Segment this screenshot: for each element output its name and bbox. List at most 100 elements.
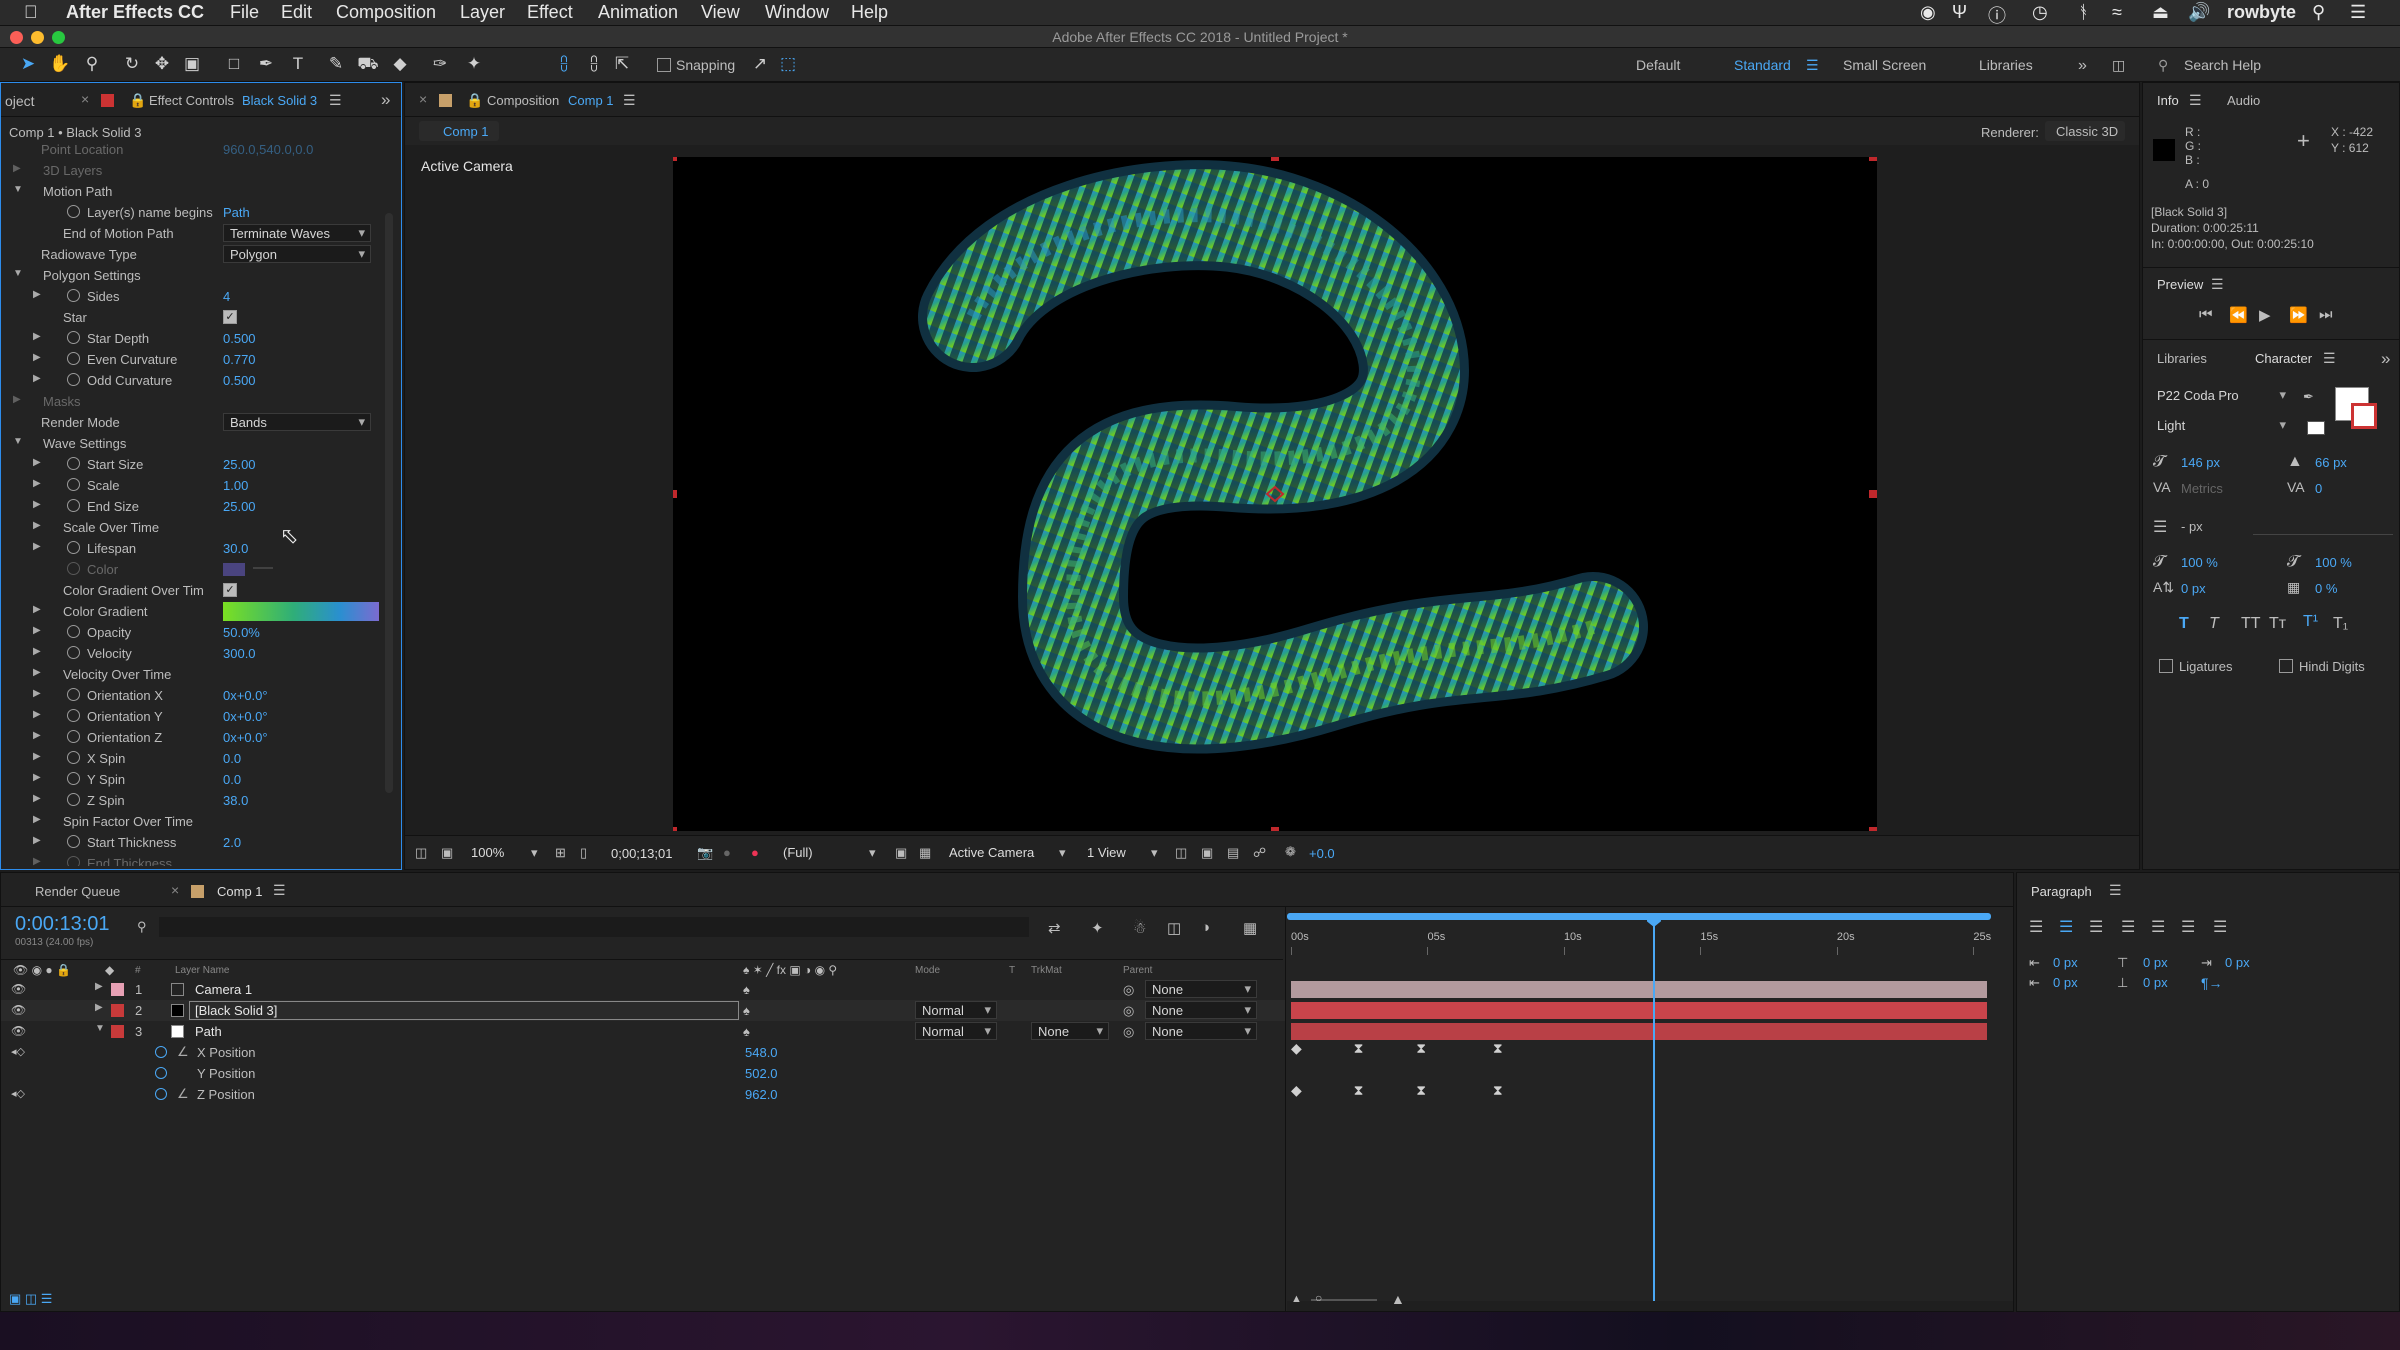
selection-tool-icon[interactable]: ➤: [16, 52, 40, 76]
property-value[interactable]: 38.0: [223, 793, 248, 808]
local-axis-icon[interactable]: ⩉: [552, 52, 576, 76]
shy-switch-icon[interactable]: ♠: [743, 1024, 750, 1039]
effect-property-row[interactable]: ▶ Spin Factor Over Time: [1, 811, 381, 832]
pickwhip-icon[interactable]: ◎: [1123, 982, 1134, 998]
rectangle-tool-icon[interactable]: □: [222, 52, 246, 76]
snap-option-icon[interactable]: ↗: [748, 52, 772, 76]
kerning-value[interactable]: Metrics: [2181, 481, 2223, 496]
comp-tab-prefix[interactable]: Composition: [487, 93, 559, 108]
panel-layout-icon[interactable]: ◫: [2112, 57, 2125, 74]
view-axis-icon[interactable]: ⇱: [610, 52, 634, 76]
expand-toggle-icon[interactable]: ▶: [13, 394, 21, 405]
comp-lock-icon[interactable]: 🔒: [466, 92, 483, 109]
property-value[interactable]: 0.500: [223, 373, 256, 388]
space-before-value[interactable]: 0 px: [2143, 955, 2168, 970]
eraser-tool-icon[interactable]: ◆: [388, 52, 412, 76]
effect-property-row[interactable]: ▶ Velocity 300.0: [1, 643, 381, 664]
superscript-icon[interactable]: T¹: [2303, 613, 2318, 631]
effect-property-row[interactable]: ▼ Motion Path: [1, 181, 381, 202]
expand-toggle-icon[interactable]: ▶: [33, 478, 41, 489]
property-value[interactable]: 0.0: [223, 751, 241, 766]
stopwatch-icon[interactable]: [67, 646, 80, 659]
zoom-dropdown[interactable]: 100%: [471, 845, 504, 860]
menu-composition[interactable]: Composition: [336, 2, 436, 23]
snapping-checkbox[interactable]: [657, 58, 671, 72]
panel-menu-icon[interactable]: ☰: [329, 92, 342, 109]
stopwatch-icon[interactable]: [67, 331, 80, 344]
username[interactable]: rowbyte: [2227, 2, 2296, 23]
grid-options-icon[interactable]: ⊞: [555, 845, 566, 861]
notification-center-icon[interactable]: ☰: [2350, 2, 2366, 23]
menu-view[interactable]: View: [701, 2, 740, 23]
table-row[interactable]: 👁 ▶ 1 Camera 1 ♠ ◎ None: [1, 979, 1286, 1000]
layer-expand-icon[interactable]: ▶: [95, 1002, 103, 1013]
property-dropdown[interactable]: Polygon: [223, 245, 371, 263]
expand-toggle-icon[interactable]: ▶: [33, 772, 41, 783]
stopwatch-icon[interactable]: [67, 352, 80, 365]
menu-effect[interactable]: Effect: [527, 2, 573, 23]
resolution-chevron-icon[interactable]: ▾: [869, 845, 876, 861]
info-icon[interactable]: ⓘ: [1988, 2, 2006, 28]
effect-property-row[interactable]: ▶ Z Spin 38.0: [1, 790, 381, 811]
property-row[interactable]: ◂◇ ∠ Z Position 962.0: [1, 1084, 1286, 1105]
bluetooth-icon[interactable]: ᚬ: [2078, 2, 2089, 23]
layer-duration-bar[interactable]: [1291, 1023, 1987, 1040]
space-after-value[interactable]: 0 px: [2143, 975, 2168, 990]
stopwatch-icon[interactable]: [67, 205, 80, 218]
comp-breadcrumb[interactable]: Comp 1: [443, 124, 489, 139]
camera-chevron-icon[interactable]: ▾: [1059, 845, 1066, 861]
comp-menu-icon[interactable]: ☰: [623, 92, 636, 109]
reset-exposure-icon[interactable]: ❁: [1285, 844, 1296, 860]
effect-property-row[interactable]: ▶ Even Curvature 0.770: [1, 349, 381, 370]
timeline-search-input[interactable]: [159, 917, 1029, 937]
menu-help[interactable]: Help: [851, 2, 888, 23]
timeline-icon[interactable]: ▤: [1227, 845, 1239, 861]
subscript-icon[interactable]: T₁: [2333, 615, 2348, 633]
font-family-dropdown[interactable]: P22 Coda Pro: [2151, 387, 2291, 405]
views-chevron-icon[interactable]: ▾: [1151, 845, 1158, 861]
character-menu-icon[interactable]: ☰: [2323, 350, 2336, 367]
property-value[interactable]: 1.00: [223, 478, 248, 493]
roto-brush-tool-icon[interactable]: ✑: [428, 52, 452, 76]
stopwatch-icon[interactable]: [67, 541, 80, 554]
eyedropper-icon[interactable]: ✒: [2303, 389, 2314, 405]
property-checkbox[interactable]: ✓: [223, 310, 237, 324]
graph-editor-icon[interactable]: ▦: [1243, 919, 1257, 937]
workspace-default[interactable]: Default: [1636, 57, 1680, 73]
expand-toggle-icon[interactable]: ▶: [33, 856, 41, 866]
blend-mode-dropdown[interactable]: Normal: [915, 1022, 997, 1040]
expand-toggle-icon[interactable]: ▶: [33, 709, 41, 720]
property-value[interactable]: 0x+0.0°: [223, 730, 268, 745]
minimize-window-button[interactable]: [31, 31, 44, 44]
tab-audio[interactable]: Audio: [2227, 93, 2260, 108]
baseline-shift-value[interactable]: 0 px: [2181, 581, 2206, 596]
expand-toggle-icon[interactable]: ▶: [33, 289, 41, 300]
stopwatch-icon[interactable]: [67, 373, 80, 386]
property-value[interactable]: 548.0: [745, 1045, 778, 1060]
property-checkbox[interactable]: ✓: [223, 583, 237, 597]
parent-dropdown[interactable]: None: [1145, 980, 1257, 998]
pickwhip-icon[interactable]: ◎: [1123, 1003, 1134, 1019]
expand-toggle-icon[interactable]: ▶: [33, 373, 41, 384]
keyframe-marker[interactable]: ⧗: [1493, 1082, 1503, 1099]
faux-bold-icon[interactable]: T: [2179, 615, 2189, 633]
property-value[interactable]: 962.0: [745, 1087, 778, 1102]
justify-center-icon[interactable]: ☰: [2151, 917, 2165, 937]
mask-visibility-icon[interactable]: ▯: [580, 845, 587, 861]
shy-icon[interactable]: ☃: [1133, 919, 1146, 937]
puppet-tool-icon[interactable]: ✦: [462, 52, 486, 76]
layer-duration-bar[interactable]: [1291, 1002, 1987, 1019]
faux-italic-icon[interactable]: T: [2209, 615, 2219, 633]
renderer-value[interactable]: Classic 3D: [2056, 124, 2118, 139]
workspace-standard[interactable]: Standard: [1734, 57, 1791, 73]
visibility-eye-icon[interactable]: 👁: [11, 1003, 26, 1017]
stroke-width-value[interactable]: - px: [2181, 519, 2203, 534]
justify-right-icon[interactable]: ☰: [2181, 917, 2195, 937]
align-center-icon[interactable]: ☰: [2059, 917, 2073, 937]
expand-toggle-icon[interactable]: ▶: [33, 352, 41, 363]
flowchart-icon[interactable]: ☍: [1253, 845, 1266, 861]
close-comp-tab-icon[interactable]: ×: [419, 91, 427, 107]
property-value[interactable]: 0x+0.0°: [223, 709, 268, 724]
effect-property-row[interactable]: ▼ Polygon Settings: [1, 265, 381, 286]
volume-icon[interactable]: 🔊: [2188, 2, 2210, 23]
